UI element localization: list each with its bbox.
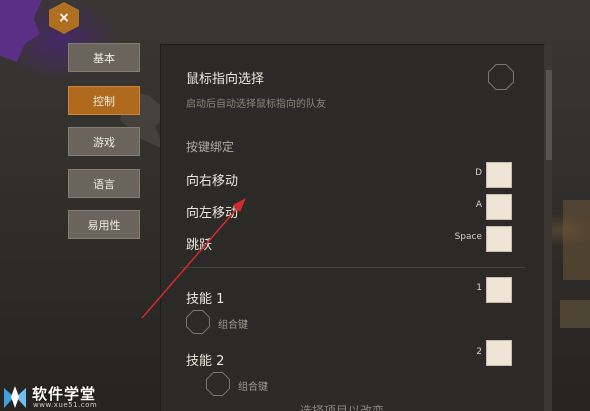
watermark-url: www.xue51.com (33, 401, 98, 409)
skill-2-combo-toggle[interactable] (206, 372, 230, 396)
tab-label: 游戏 (93, 135, 115, 149)
section-divider (180, 267, 525, 268)
binding-key-move-left: A (475, 200, 482, 210)
keybind-button-move-right[interactable] (486, 162, 512, 188)
skill-1-key: 1 (476, 283, 482, 293)
tab-label: 基本 (93, 51, 115, 65)
binding-label-move-left: 向左移动 (186, 206, 239, 221)
keybind-button-skill-1[interactable] (486, 277, 512, 303)
skill-2-combo-label: 组合键 (238, 382, 268, 393)
footer-hint: 选择项目以改变 (300, 404, 385, 411)
toggle-inner (489, 65, 513, 89)
skill-2-key: 2 (476, 347, 482, 357)
skill-1-label: 技能 1 (186, 292, 225, 307)
close-icon: × (58, 10, 70, 26)
binding-label-jump: 跳跃 (186, 238, 213, 253)
keybind-section-title: 按键绑定 (186, 140, 235, 154)
keybind-button-jump[interactable] (486, 226, 512, 252)
tab-basic[interactable]: 基本 (68, 43, 140, 72)
binding-label-move-right: 向右移动 (186, 174, 239, 189)
skill-2-label: 技能 2 (186, 354, 225, 369)
watermark-logo-icon (4, 386, 26, 408)
keybind-button-skill-2[interactable] (486, 340, 512, 366)
tab-label: 控制 (93, 94, 115, 108)
toggle-inner (207, 373, 229, 395)
binding-key-jump: Space (454, 232, 482, 242)
keybind-button-move-left[interactable] (486, 194, 512, 220)
skill-1-combo-label: 组合键 (218, 320, 248, 331)
tab-game[interactable]: 游戏 (68, 127, 140, 156)
tab-label: 语言 (93, 177, 115, 191)
scrollbar-thumb[interactable] (546, 70, 552, 160)
mouse-select-description: 启动后自动选择鼠标指向的队友 (186, 99, 326, 110)
tab-label: 易用性 (87, 218, 121, 232)
tab-controls[interactable]: 控制 (68, 86, 140, 115)
tab-accessibility[interactable]: 易用性 (68, 210, 140, 239)
tab-language[interactable]: 语言 (68, 169, 140, 198)
skill-1-combo-toggle[interactable] (186, 310, 210, 334)
background-object (560, 300, 590, 328)
toggle-inner (187, 311, 209, 333)
background-wall (563, 200, 590, 280)
binding-key-move-right: D (475, 168, 482, 178)
mouse-select-title: 鼠标指向选择 (186, 72, 265, 87)
